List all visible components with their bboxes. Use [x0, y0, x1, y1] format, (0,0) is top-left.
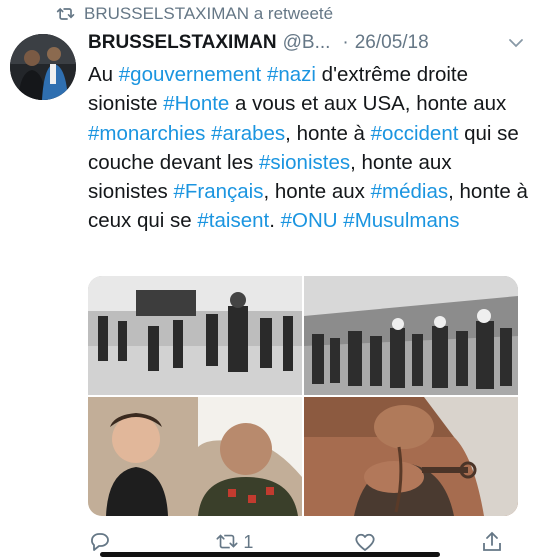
hashtag-link[interactable]: #Musulmans: [343, 209, 459, 232]
hashtag-link[interactable]: #occident: [371, 122, 459, 145]
reply-icon: [91, 533, 109, 551]
media-photo-refugees-march[interactable]: [304, 276, 518, 395]
tweet-text-segment: a vous et aux USA, honte aux: [229, 92, 507, 116]
share-button[interactable]: [480, 530, 508, 554]
author-name[interactable]: BRUSSELSTAXIMAN: [88, 32, 277, 54]
media-photo-refugees-water[interactable]: [88, 276, 302, 395]
hashtag-link[interactable]: #arabes: [211, 122, 285, 145]
retweeted-by-label: BRUSSELSTAXIMAN a retweeté: [84, 4, 334, 23]
hashtag-link[interactable]: #taisent: [197, 209, 269, 232]
media-grid: [88, 276, 518, 516]
hashtag-link[interactable]: #médias: [371, 180, 449, 203]
retweeted-by-banner[interactable]: BRUSSELSTAXIMAN a retweeté: [56, 4, 333, 24]
separator-dot: ·: [342, 32, 349, 53]
tweet-text-segment: Au: [88, 63, 119, 86]
share-icon: [483, 531, 501, 551]
chevron-down-icon[interactable]: [508, 38, 524, 48]
tweet-actions: 1: [88, 530, 508, 554]
like-button[interactable]: [353, 530, 381, 554]
tweet-text-segment: , honte à: [285, 121, 371, 145]
tweet-text: Au #gouvernement #nazi d'extrême droite …: [88, 60, 528, 236]
tweet-text-segment: , honte aux: [263, 180, 371, 204]
reply-button[interactable]: [88, 530, 116, 554]
hashtag-link[interactable]: #gouvernement: [119, 63, 261, 86]
hashtag-link[interactable]: #Honte: [163, 92, 229, 115]
hashtag-link[interactable]: #Français: [173, 180, 263, 203]
hashtag-link[interactable]: #nazi: [267, 63, 316, 86]
tweet-text-segment: .: [269, 209, 281, 233]
tweet-date[interactable]: 26/05/18: [355, 32, 429, 54]
hashtag-link[interactable]: #monarchies: [88, 122, 205, 145]
retweet-count: 1: [243, 531, 254, 552]
heart-icon: [355, 533, 375, 551]
home-indicator: [100, 552, 440, 557]
tweet-header: BRUSSELSTAXIMAN @B... · 26/05/18: [88, 32, 524, 54]
media-photo-child-and-grandmother[interactable]: [88, 397, 302, 516]
media-photo-key-in-hands[interactable]: [304, 397, 518, 516]
hashtag-link[interactable]: #sionistes: [259, 151, 350, 174]
author-handle[interactable]: @B...: [283, 32, 331, 54]
hashtag-link[interactable]: #ONU: [281, 209, 338, 232]
avatar[interactable]: [10, 34, 76, 100]
retweet-button[interactable]: 1: [215, 530, 253, 554]
retweet-icon: [216, 534, 238, 549]
retweet-icon: [56, 7, 75, 20]
